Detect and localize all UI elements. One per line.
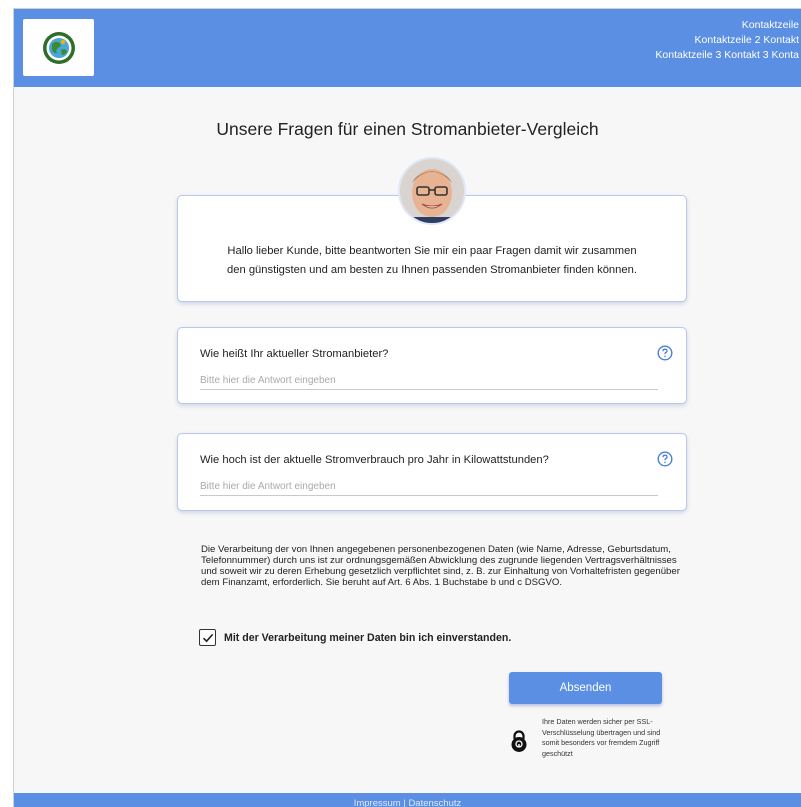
intro-text: Hallo lieber Kunde, bitte beantworten Si… — [178, 242, 686, 280]
advisor-portrait-icon — [400, 159, 464, 223]
advisor-avatar — [398, 157, 466, 225]
checkmark-icon — [202, 633, 213, 642]
answer-input-2[interactable] — [200, 478, 658, 496]
submit-button[interactable]: Absenden — [509, 672, 662, 704]
intro-line-2: den günstigsten und am besten zu Ihnen p… — [227, 264, 637, 276]
privacy-notice: Die Verarbeitung der von Ihnen angegeben… — [201, 544, 680, 588]
footer-links[interactable]: Impressum | Datenschutz — [354, 798, 462, 807]
ssl-notice: Ihre Daten werden sicher per SSL-Verschl… — [542, 717, 661, 758]
contact-line-3: Kontaktzeile 3 Kontakt 3 Konta — [655, 49, 799, 61]
page-frame: Kontaktzeile Kontaktzeile 2 Kontakt Kont… — [13, 8, 801, 807]
contact-line-2: Kontaktzeile 2 Kontakt — [694, 34, 799, 46]
page-title: Unsere Fragen für einen Stromanbieter-Ve… — [216, 119, 599, 139]
question-card-1: Wie heißt Ihr aktueller Stromanbieter? — [177, 327, 687, 404]
contact-info: Kontaktzeile Kontaktzeile 2 Kontakt Kont… — [655, 18, 799, 63]
question-circle-icon[interactable] — [657, 451, 673, 467]
question-label-1: Wie heißt Ihr aktueller Stromanbieter? — [200, 348, 389, 360]
consent-row[interactable]: Mit der Verarbeitung meiner Daten bin ic… — [199, 629, 511, 646]
logo[interactable] — [23, 19, 94, 76]
consent-label[interactable]: Mit der Verarbeitung meiner Daten bin ic… — [224, 632, 511, 644]
answer-input-1[interactable] — [200, 372, 658, 390]
globe-logo-icon — [42, 31, 75, 64]
question-circle-icon[interactable] — [657, 345, 673, 361]
lock-icon — [511, 730, 527, 752]
consent-checkbox[interactable] — [199, 629, 216, 646]
intro-line-1: Hallo lieber Kunde, bitte beantworten Si… — [227, 245, 637, 257]
header-bar: Kontaktzeile Kontaktzeile 2 Kontakt Kont… — [14, 9, 801, 87]
question-label-2: Wie hoch ist der aktuelle Stromverbrauch… — [200, 454, 549, 466]
footer-bar: Impressum | Datenschutz — [14, 793, 801, 807]
contact-line-1: Kontaktzeile — [741, 19, 799, 31]
question-card-2: Wie hoch ist der aktuelle Stromverbrauch… — [177, 433, 687, 511]
